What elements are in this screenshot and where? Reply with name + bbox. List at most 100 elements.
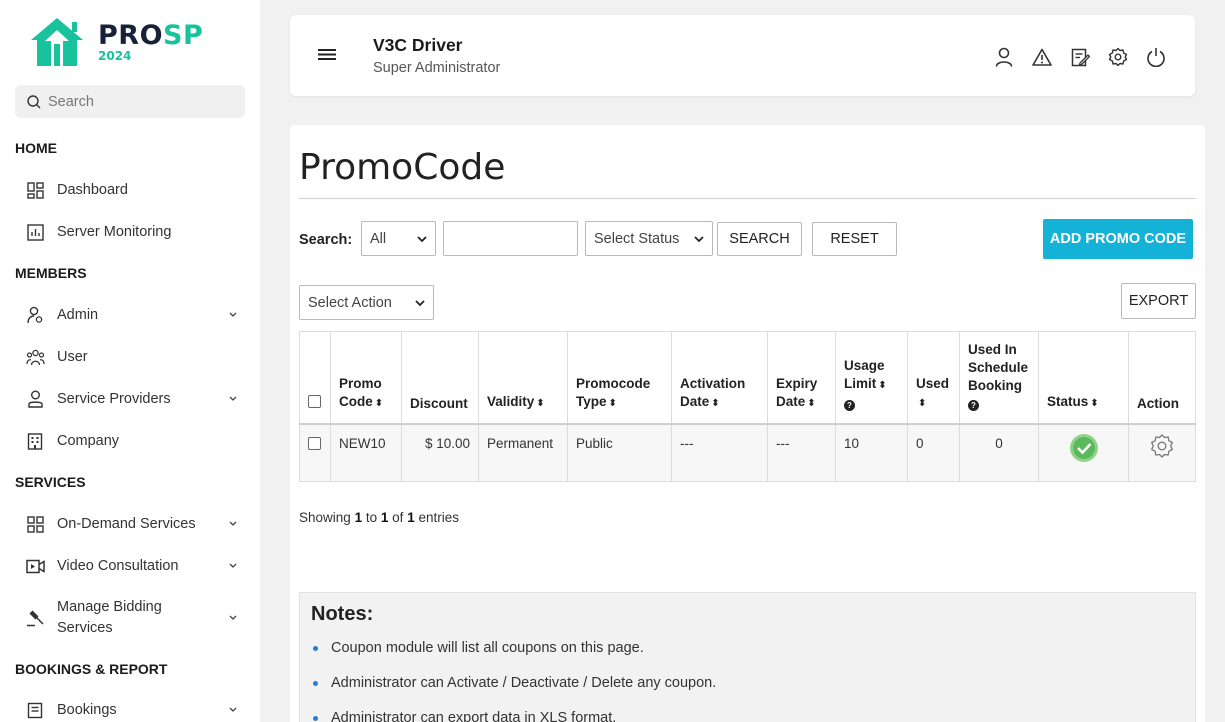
chevron-down-icon: [417, 235, 427, 242]
chevron-down-icon: [229, 521, 237, 526]
chevron-down-icon: [229, 707, 237, 712]
cell-used-schedule: 0: [959, 423, 1039, 482]
search-button[interactable]: SEARCH: [717, 222, 802, 256]
edit-button[interactable]: [1061, 45, 1099, 69]
brand-year: 2024: [98, 49, 132, 63]
section-home: HOME: [15, 140, 57, 156]
menu-icon[interactable]: [318, 48, 336, 61]
sort-icon: ⬍: [1090, 397, 1099, 409]
header-usage-limit[interactable]: Usage Limit ⬍?: [835, 331, 908, 424]
search-filter-value: All: [370, 230, 387, 247]
header-used[interactable]: Used ⬍: [907, 331, 960, 424]
help-icon[interactable]: ?: [968, 399, 979, 411]
list-item: Administrator can export data in XLS for…: [312, 708, 716, 722]
header-activation-date[interactable]: Activation Date ⬍: [671, 331, 768, 424]
bulk-action-value: Select Action: [308, 294, 392, 311]
header-expiry-date[interactable]: Expiry Date ⬍: [767, 331, 836, 424]
sidebar-search-input[interactable]: Search: [15, 85, 245, 118]
search-filter-select[interactable]: All: [361, 221, 436, 256]
row-select-cell: [299, 423, 331, 482]
sidebar-item-manage-bidding[interactable]: Manage Bidding Services: [24, 597, 244, 639]
notes-list: Coupon module will list all coupons on t…: [312, 638, 716, 722]
sidebar-item-service-providers[interactable]: Service Providers: [24, 388, 244, 410]
sidebar-item-label: Dashboard: [57, 182, 128, 198]
settings-icon: [1108, 47, 1128, 67]
sidebar-item-video-consultation[interactable]: Video Consultation: [24, 555, 244, 577]
chevron-down-icon: [229, 312, 237, 317]
main-content: PromoCode Search: All Select Status SEAR…: [290, 125, 1205, 722]
video-icon: [25, 559, 45, 573]
power-icon: [1147, 48, 1165, 67]
cell-validity: Permanent: [478, 423, 568, 482]
sidebar-item-admin[interactable]: Admin: [24, 304, 244, 326]
settings-button[interactable]: [1099, 45, 1137, 69]
status-select-value: Select Status: [594, 230, 680, 247]
header-promocode-type[interactable]: Promocode Type ⬍: [567, 331, 672, 424]
sidebar-item-server-monitoring[interactable]: Server Monitoring: [24, 221, 244, 243]
bulk-action-select[interactable]: Select Action: [299, 285, 434, 320]
alerts-button[interactable]: [1023, 45, 1061, 69]
sidebar-item-on-demand-services[interactable]: On-Demand Services: [24, 513, 244, 535]
chevron-down-icon: [415, 299, 425, 306]
cell-status: [1038, 423, 1129, 482]
sidebar-item-label: Services: [57, 620, 113, 636]
export-button[interactable]: EXPORT: [1121, 283, 1196, 319]
gear-icon[interactable]: [1149, 433, 1175, 459]
cell-type: Public: [567, 423, 672, 482]
status-select[interactable]: Select Status: [585, 221, 713, 256]
provider-icon: [27, 390, 43, 408]
reset-button[interactable]: RESET: [812, 222, 897, 256]
dashboard-icon: [26, 181, 44, 199]
search-label: Search:: [299, 232, 353, 248]
admin-user-icon: [27, 306, 43, 324]
sidebar-item-label: Company: [57, 433, 120, 449]
help-icon[interactable]: ?: [844, 399, 855, 411]
chevron-down-icon: [229, 396, 237, 401]
row-checkbox[interactable]: [308, 436, 321, 450]
gavel-icon: [27, 610, 44, 627]
header-status[interactable]: Status ⬍: [1038, 331, 1129, 424]
sidebar-item-bookings[interactable]: Bookings: [24, 699, 244, 721]
add-promo-code-button[interactable]: ADD PROMO CODE: [1043, 219, 1193, 259]
alert-icon: [1032, 48, 1052, 66]
sort-icon: ⬍: [374, 397, 384, 409]
sidebar-item-company[interactable]: Company: [24, 430, 244, 452]
sidebar-item-user[interactable]: User: [24, 346, 244, 368]
header-promo-code[interactable]: Promo Code ⬍: [330, 331, 402, 424]
section-services: SERVICES: [15, 474, 86, 490]
profile-button[interactable]: [985, 45, 1023, 69]
page-title: PromoCode: [299, 147, 506, 188]
chevron-down-icon: [229, 563, 237, 568]
select-all-checkbox[interactable]: [308, 394, 321, 408]
sidebar-item-label: Server Monitoring: [57, 224, 172, 240]
sidebar-item-label: User: [57, 349, 88, 365]
sort-icon: ⬍: [918, 397, 927, 409]
logout-button[interactable]: [1137, 45, 1175, 69]
active-status-icon[interactable]: [1069, 433, 1099, 463]
logo[interactable]: PROSP 2024: [28, 16, 203, 68]
building-icon: [27, 432, 43, 450]
header-used-in-schedule-booking: Used In Schedule Booking?: [959, 331, 1039, 424]
bookings-icon: [27, 702, 43, 718]
table-header-row: Promo Code ⬍ Discount Validity ⬍ Promocode T…: [299, 331, 1196, 424]
promo-code-table: Promo Code ⬍ Discount Validity ⬍ Promocode T…: [299, 331, 1196, 482]
title-divider: [299, 198, 1196, 199]
sidebar-item-label: Manage Bidding: [57, 599, 162, 615]
sidebar: PROSP 2024 Search HOME Dashboard Server …: [0, 0, 260, 722]
chevron-down-icon: [229, 615, 237, 620]
users-icon: [25, 349, 45, 365]
sort-icon: ⬍: [711, 397, 720, 409]
sidebar-item-label: Video Consultation: [57, 558, 179, 574]
search-input[interactable]: [443, 221, 578, 256]
sidebar-search-placeholder: Search: [48, 93, 94, 110]
chart-icon: [26, 223, 44, 241]
cell-activation-date: ---: [671, 423, 768, 482]
header-title: V3C Driver: [373, 35, 463, 55]
header-validity[interactable]: Validity ⬍: [478, 331, 568, 424]
header-subtitle: Super Administrator: [373, 60, 501, 76]
scrollbar-track[interactable]: [1218, 0, 1225, 722]
sort-icon: ⬍: [536, 397, 545, 409]
list-item: Administrator can Activate / Deactivate …: [312, 673, 716, 708]
sidebar-item-dashboard[interactable]: Dashboard: [24, 179, 244, 201]
edit-icon: [1071, 48, 1090, 66]
